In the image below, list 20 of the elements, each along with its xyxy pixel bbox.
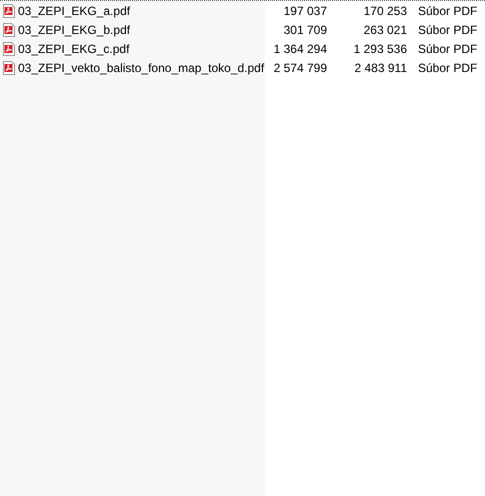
- file-type: Súbor PDF: [418, 4, 478, 18]
- file-size: 1 364 294: [274, 42, 327, 56]
- file-size: 263 021: [364, 22, 407, 36]
- file-size: 301 709: [284, 22, 327, 36]
- pdf-file-icon: [3, 22, 15, 36]
- file-name[interactable]: 03_ZEPI_EKG_b.pdf: [18, 20, 130, 38]
- file-size: 2 574 799: [274, 60, 327, 74]
- pdf-file-icon: [3, 60, 15, 74]
- file-size: 170 253: [364, 4, 407, 18]
- file-size: 1 293 536: [354, 42, 407, 56]
- file-type: Súbor PDF: [418, 42, 478, 56]
- file-type: Súbor PDF: [418, 60, 478, 74]
- file-name[interactable]: 03_ZEPI_EKG_a.pdf: [18, 2, 130, 20]
- file-size: 197 037: [284, 4, 327, 18]
- pdf-file-icon: [3, 42, 15, 56]
- file-size: 2 483 911: [354, 60, 407, 74]
- file-type: Súbor PDF: [418, 22, 478, 36]
- pdf-file-icon: [3, 4, 15, 18]
- file-name[interactable]: 03_ZEPI_EKG_c.pdf: [18, 40, 130, 58]
- file-name[interactable]: 03_ZEPI_vekto_balisto_fono_map_toko_d.pdf: [18, 58, 264, 76]
